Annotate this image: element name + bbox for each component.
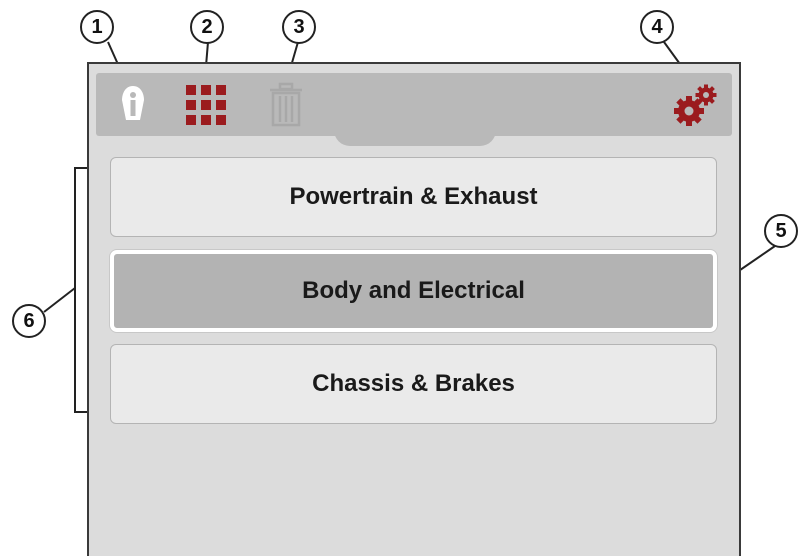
device-screen: Powertrain & Exhaust Body and Electrical…	[87, 62, 741, 556]
trash-button[interactable]	[256, 73, 316, 136]
callout-5: 5	[764, 214, 798, 248]
callout-2: 2	[190, 10, 224, 44]
menu-item-label: Powertrain & Exhaust	[289, 183, 538, 210]
settings-button[interactable]	[666, 73, 726, 136]
menu-item-powertrain-exhaust[interactable]: Powertrain & Exhaust	[110, 157, 717, 237]
info-icon	[122, 85, 144, 120]
callout-3: 3	[282, 10, 316, 44]
menu-item-label: Chassis & Brakes	[312, 370, 515, 397]
trash-icon	[270, 82, 302, 126]
toolbar-tab	[334, 122, 496, 146]
menu-item-chassis-brakes[interactable]: Chassis & Brakes	[110, 344, 717, 424]
menu-item-body-electrical[interactable]: Body and Electrical	[110, 250, 717, 332]
grid-button[interactable]	[176, 73, 236, 136]
callout-1: 1	[80, 10, 114, 44]
callout-6: 6	[12, 304, 46, 338]
menu-item-label: Body and Electrical	[302, 277, 525, 304]
gears-icon	[674, 84, 717, 126]
callout-4: 4	[640, 10, 674, 44]
info-button[interactable]	[110, 73, 156, 136]
grid-icon	[186, 84, 226, 125]
